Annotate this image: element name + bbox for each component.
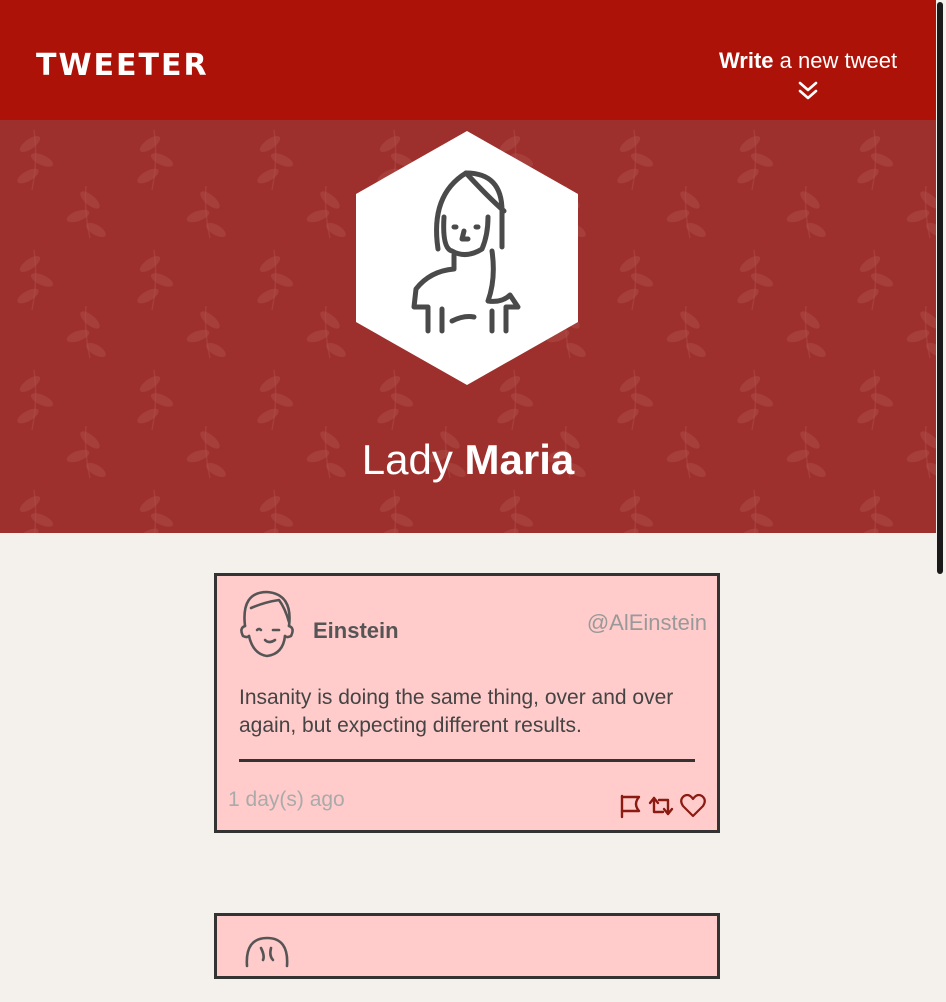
write-new-tweet-link[interactable]: Write a new tweet — [700, 46, 916, 76]
brand-logo[interactable]: TWEETER — [36, 48, 209, 84]
chevron-double-down-icon[interactable] — [797, 80, 819, 102]
write-label-rest: a new tweet — [773, 48, 898, 73]
tweet-timestamp: 1 day(s) ago — [228, 788, 345, 811]
tweet-author-handle[interactable]: @AlEinstein — [587, 610, 707, 636]
tweet-actions — [617, 792, 709, 820]
profile-name: Lady Maria — [0, 432, 936, 488]
tweet-author-name[interactable]: Einstein — [313, 618, 399, 644]
profile-header: Lady Maria — [0, 120, 936, 533]
tweet-card: Einstein @AlEinstein Insanity is doing t… — [214, 573, 720, 833]
scrollbar[interactable] — [937, 2, 943, 574]
man-avatar-icon — [240, 590, 294, 658]
profile-avatar — [356, 131, 578, 385]
navbar: TWEETER Write a new tweet — [0, 0, 936, 120]
retweet-icon[interactable] — [647, 792, 675, 820]
profile-first-name: Lady — [361, 436, 453, 483]
tweet-divider — [239, 759, 695, 762]
avatar-icon — [245, 936, 289, 968]
write-label-bold: Write — [718, 48, 774, 73]
tweet-text: Insanity is doing the same thing, over a… — [239, 686, 674, 737]
heart-icon[interactable] — [679, 792, 707, 820]
flag-icon[interactable] — [617, 792, 645, 820]
tweet-card — [214, 913, 720, 979]
profile-last-name: Maria — [464, 436, 575, 483]
